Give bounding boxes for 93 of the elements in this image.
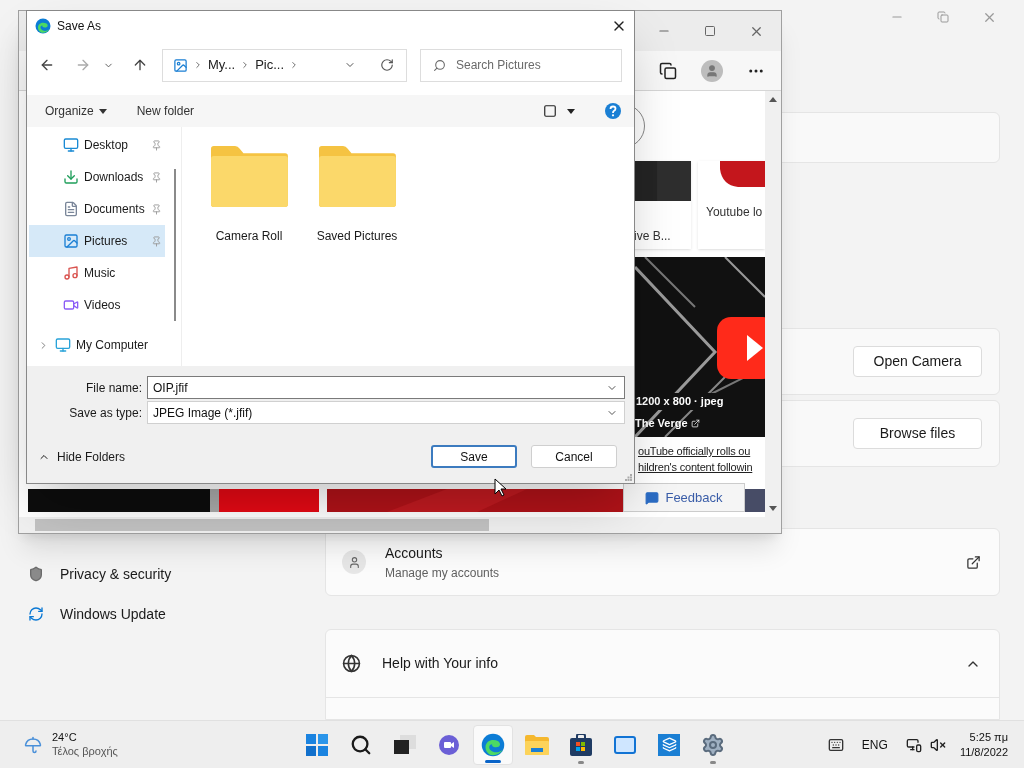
weather-temperature[interactable]: 24°C	[52, 730, 118, 744]
settings-nav-item[interactable]: Privacy & security	[16, 554, 325, 594]
computer-icon	[55, 337, 71, 353]
scroll-up-icon[interactable]	[769, 97, 777, 102]
file-type-dropdown[interactable]: JPEG Image (*.jfif)	[147, 401, 625, 424]
dialog-button[interactable]: Save	[431, 445, 517, 468]
maximize-icon[interactable]	[704, 25, 716, 37]
refresh-icon[interactable]	[380, 58, 394, 72]
scrollbar-thumb[interactable]	[174, 169, 176, 321]
file-name-field[interactable]: OIP.jfif	[147, 376, 625, 399]
running-indicator	[578, 760, 584, 764]
feedback-button[interactable]: Feedback	[623, 483, 745, 512]
accounts-card[interactable]: Accounts Manage my accounts	[325, 528, 1000, 596]
clock[interactable]: 5:25 πμ 11/8/2022	[959, 730, 1008, 760]
card-action-button[interactable]: Open Camera	[853, 346, 982, 377]
globe-icon	[342, 654, 361, 673]
navigation-item[interactable]: Documents	[29, 193, 165, 225]
start-icon	[306, 733, 328, 756]
result-link[interactable]: hildren's content followin	[638, 459, 765, 475]
new-folder-button[interactable]: New folder	[136, 102, 195, 120]
keyboard-icon[interactable]	[827, 737, 844, 753]
edge-logo-icon	[35, 18, 51, 34]
result-card[interactable]: Youtube lo	[698, 161, 765, 249]
folder-item[interactable]: Saved Pictures	[312, 145, 402, 245]
caret-icon	[98, 108, 107, 114]
navigation-item[interactable]: Desktop	[29, 129, 165, 161]
hide-folders-button[interactable]: Hide Folders	[38, 447, 126, 466]
profile-avatar[interactable]	[701, 59, 723, 82]
scroll-down-icon[interactable]	[769, 506, 777, 511]
chevron-right-icon	[193, 60, 203, 70]
search-icon	[350, 733, 372, 756]
help-icon[interactable]	[605, 103, 621, 119]
folder-item[interactable]: Camera Roll	[204, 145, 294, 245]
up-icon[interactable]	[132, 57, 148, 73]
shield-icon	[28, 566, 44, 582]
update-icon	[28, 606, 44, 622]
dialog-title: Save As	[57, 18, 103, 35]
field-label: File name:	[84, 379, 143, 397]
muted-speaker-icon[interactable]	[929, 737, 946, 753]
dialog-button[interactable]: Cancel	[531, 445, 617, 468]
card-action-button[interactable]: Browse files	[853, 418, 982, 449]
chat-icon	[438, 733, 460, 756]
folder-icon	[525, 734, 549, 755]
accounts-title: Accounts	[385, 543, 444, 563]
resize-grip-icon[interactable]	[625, 474, 632, 481]
navigation-item[interactable]: Pictures	[29, 225, 165, 257]
edge-logo-icon	[481, 732, 505, 757]
store-icon	[570, 733, 592, 756]
running-indicator	[710, 760, 716, 764]
view-icon[interactable]	[543, 104, 557, 118]
weather-condition[interactable]: Τέλος βροχής	[52, 744, 118, 759]
umbrella-icon[interactable]	[24, 735, 42, 754]
collections-icon[interactable]	[659, 61, 677, 80]
external-link-icon	[690, 418, 700, 428]
vertical-scrollbar[interactable]	[765, 91, 781, 517]
settings-icon	[701, 732, 725, 757]
horizontal-scrollbar[interactable]	[19, 517, 781, 533]
navigation-item[interactable]: Music	[29, 257, 165, 289]
breadcrumb-item[interactable]: My...	[208, 55, 236, 75]
language-indicator[interactable]: ENG	[861, 736, 888, 754]
picture-icon	[173, 57, 188, 73]
document-icon	[63, 201, 79, 217]
accounts-subtitle: Manage my accounts	[385, 564, 501, 582]
breadcrumb-item[interactable]: Pic...	[255, 55, 285, 75]
card-caption: Youtube lo	[705, 204, 764, 221]
result-link[interactable]: ouTube officially rolls ou	[638, 443, 765, 459]
person-icon	[342, 550, 366, 574]
navigation-item[interactable]: Downloads	[29, 161, 165, 193]
layers-icon	[658, 733, 680, 756]
organize-menu[interactable]: Organize	[45, 102, 107, 120]
music-icon	[63, 265, 79, 281]
task-view-icon	[394, 734, 416, 755]
video-icon	[63, 297, 79, 313]
picture-icon	[63, 233, 79, 249]
caret-icon[interactable]	[567, 108, 575, 114]
running-indicator	[485, 759, 501, 763]
image-size-text: 1200 x 800 · jpeg	[636, 393, 724, 410]
card-caption: ive B...	[633, 228, 672, 245]
speech-bubble-icon	[645, 490, 660, 505]
external-link-icon[interactable]	[966, 554, 981, 570]
settings-nav-item[interactable]: Windows Update	[16, 594, 325, 634]
back-icon[interactable]	[39, 57, 55, 73]
search-icon	[433, 58, 446, 72]
desktop-icon	[63, 137, 79, 153]
address-bar[interactable]: My... Pic...	[162, 48, 407, 82]
help-title: Help with Your info	[382, 654, 499, 673]
field-label: Save as type:	[68, 404, 143, 422]
download-icon	[63, 169, 79, 185]
navigation-item[interactable]: Videos	[29, 289, 165, 321]
network-icon[interactable]	[905, 737, 922, 753]
navigation-item[interactable]: My Computer	[29, 329, 165, 361]
image-source-link[interactable]: The Verge	[635, 415, 700, 432]
search-field[interactable]: Search Pictures	[420, 48, 622, 82]
